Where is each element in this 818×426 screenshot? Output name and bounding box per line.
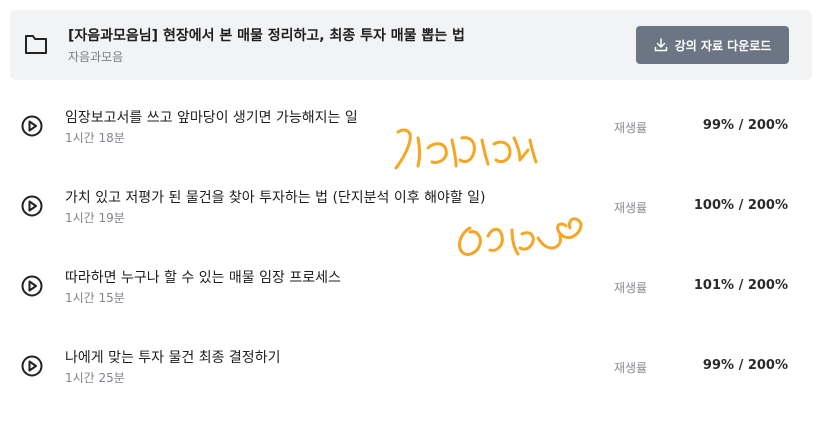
- lesson-row[interactable]: 임장보고서를 쓰고 앞마당이 생기면 가능해지는 일 1시간 18분 재생률 9…: [0, 100, 818, 160]
- playback-rate-label: 재생률: [614, 361, 648, 375]
- playback-rate-value: 99% / 200%: [702, 118, 788, 133]
- lesson-row[interactable]: 나에게 맞는 투자 물건 최종 결정하기 1시간 25분 재생률 99% / 2…: [0, 340, 818, 400]
- play-icon[interactable]: [21, 195, 43, 217]
- lesson-duration: 1시간 19분: [65, 211, 125, 225]
- course-header: [자음과모음님] 현장에서 본 매물 정리하고, 최종 투자 매물 뽑는 법 자…: [10, 10, 812, 80]
- playback-rate-label: 재생률: [614, 201, 648, 215]
- play-icon[interactable]: [21, 115, 43, 137]
- download-button-label: 강의 자료 다운로드: [674, 38, 772, 53]
- lesson-title: 나에게 맞는 투자 물건 최종 결정하기: [65, 350, 281, 366]
- course-title: [자음과모음님] 현장에서 본 매물 정리하고, 최종 투자 매물 뽑는 법: [68, 28, 465, 44]
- download-materials-button[interactable]: 강의 자료 다운로드: [636, 26, 789, 64]
- playback-rate-value: 99% / 200%: [702, 358, 788, 373]
- lesson-title: 따라하면 누구나 할 수 있는 매물 임장 프로세스: [65, 270, 341, 286]
- lesson-duration: 1시간 25분: [65, 371, 125, 385]
- lesson-title: 임장보고서를 쓰고 앞마당이 생기면 가능해지는 일: [65, 110, 358, 126]
- play-icon[interactable]: [21, 275, 43, 297]
- lesson-duration: 1시간 18분: [65, 131, 125, 145]
- course-instructor: 자음과모음: [68, 50, 124, 64]
- lesson-row[interactable]: 따라하면 누구나 할 수 있는 매물 임장 프로세스 1시간 15분 재생률 1…: [0, 260, 818, 320]
- playback-rate-value: 100% / 200%: [693, 198, 788, 213]
- lesson-duration: 1시간 15분: [65, 291, 125, 305]
- playback-rate-value: 101% / 200%: [693, 278, 788, 293]
- download-icon: [654, 38, 667, 52]
- lesson-row[interactable]: 가치 있고 저평가 된 물건을 찾아 투자하는 법 (단지분석 이후 해야할 일…: [0, 180, 818, 240]
- lesson-title: 가치 있고 저평가 된 물건을 찾아 투자하는 법 (단지분석 이후 해야할 일…: [65, 190, 486, 206]
- play-icon[interactable]: [21, 355, 43, 377]
- playback-rate-label: 재생률: [614, 121, 648, 135]
- playback-rate-label: 재생률: [614, 281, 648, 295]
- folder-icon: [25, 35, 47, 54]
